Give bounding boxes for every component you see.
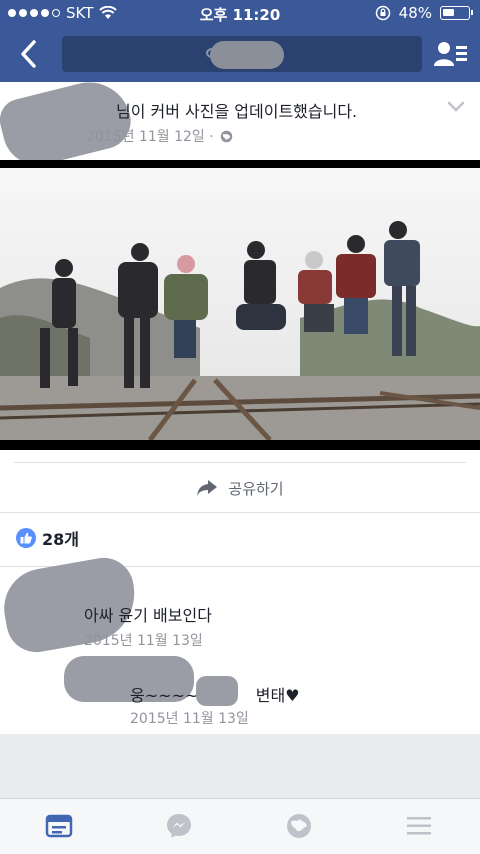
share-button[interactable]: 공유하기: [0, 466, 480, 510]
likes-count: 28개: [42, 530, 79, 549]
friend-list-icon[interactable]: [434, 40, 468, 68]
post-title: 님이 커버 사진을 업데이트했습니다.: [116, 102, 358, 121]
search-query-redacted: [210, 41, 284, 69]
divider: [14, 462, 466, 463]
globe-icon: [220, 130, 232, 142]
globe-icon[interactable]: [284, 811, 314, 841]
comment-date: 2015년 11월 13일: [84, 633, 203, 649]
news-feed-icon[interactable]: [44, 811, 74, 841]
search-bar[interactable]: [62, 36, 422, 72]
menu-icon[interactable]: [404, 811, 434, 841]
rotation-lock-icon: [375, 5, 390, 21]
divider: [0, 512, 480, 513]
feed-background: [0, 734, 480, 798]
reply-redaction: [196, 676, 238, 706]
cover-photo[interactable]: [0, 168, 480, 440]
share-label: 공유하기: [228, 479, 284, 498]
share-icon: [197, 480, 218, 496]
reply-text-end: 변태♥: [255, 686, 300, 705]
like-icon: [16, 528, 36, 548]
tab-bar: [0, 798, 480, 854]
battery-icon: [440, 6, 473, 20]
messenger-icon[interactable]: [164, 811, 194, 841]
back-button[interactable]: [16, 38, 42, 70]
status-bar: SKT 오후 11:20 48%: [0, 0, 480, 28]
post-date: 2015년 11월 12일 ·: [86, 126, 233, 146]
reply-date: 2015년 11월 13일: [130, 711, 249, 727]
battery-percent: 48%: [398, 4, 432, 22]
chevron-down-icon[interactable]: [446, 100, 466, 114]
likes-summary[interactable]: 28개: [16, 526, 79, 550]
post-date-text: 2015년 11월 12일 ·: [86, 129, 214, 145]
comment-text: 아싸 윤기 배보인다: [84, 606, 212, 625]
